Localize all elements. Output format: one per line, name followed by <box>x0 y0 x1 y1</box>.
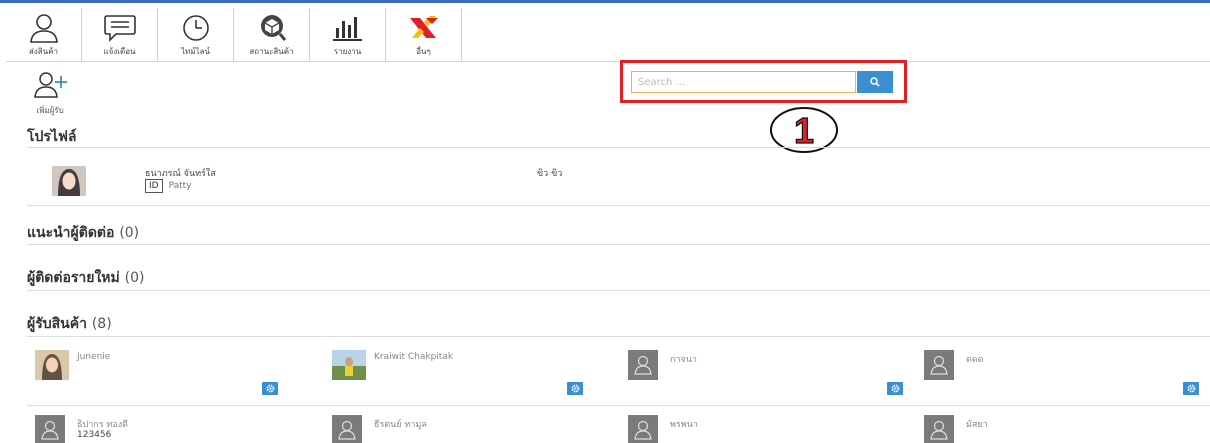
recipient-settings-button[interactable] <box>1183 382 1199 395</box>
nav-label: ส่งสินค้า <box>29 47 58 56</box>
default-avatar <box>35 415 65 443</box>
section-count: (0) <box>124 270 145 286</box>
box-icon <box>260 15 286 41</box>
add-user-icon <box>34 72 67 98</box>
divider <box>27 290 1210 291</box>
top-border <box>0 0 1210 3</box>
user-icon <box>29 14 58 43</box>
nav-label: อื่นๆ <box>416 47 431 56</box>
gear-icon <box>571 384 579 393</box>
divider <box>27 205 1210 206</box>
nav-label: สถานะสินค้า <box>249 47 294 56</box>
recipient-name: พรพนา <box>670 420 698 430</box>
user-icon <box>634 355 652 375</box>
section-count: (0) <box>119 225 140 241</box>
top-navbar: ส่งสินค้า แจ้งเตือน ไทม์ไลน์ สถานะสินค้า… <box>6 8 1210 62</box>
search-button[interactable] <box>857 71 893 93</box>
nav-item-report[interactable]: รายงาน <box>310 8 386 62</box>
divider <box>27 405 1210 406</box>
recipient-settings-button[interactable] <box>887 382 903 395</box>
nav-item-notifications[interactable]: แจ้งเตือน <box>82 8 158 62</box>
search-icon <box>870 77 880 87</box>
recipient-card[interactable]: ธีรตนย์ ทามูล <box>332 415 622 443</box>
nav-item-status[interactable]: สถานะสินค้า <box>234 8 310 62</box>
new-contacts-title[interactable]: ผู้ติดต่อรายใหม่ (0) <box>27 267 144 289</box>
default-avatar <box>628 415 658 443</box>
recipient-card[interactable]: Junenie <box>35 350 325 396</box>
section-label: แนะนำผู้ติดต่อ <box>27 225 115 241</box>
gear-icon <box>891 384 899 393</box>
user-icon <box>41 420 59 440</box>
recipients-title: ผู้รับสินค้า (8) <box>27 313 112 335</box>
recipient-card[interactable]: กาจนา <box>628 350 918 396</box>
search-input[interactable] <box>631 71 856 93</box>
user-icon <box>930 420 948 440</box>
recipient-settings-button[interactable] <box>262 382 278 395</box>
divider <box>27 244 1210 245</box>
recipient-name: ธิปากร ทองดี <box>77 420 128 430</box>
recipient-name: ธีรตนย์ ทามูล <box>374 420 427 430</box>
profile-nickname: ขิว ขิว <box>537 169 563 179</box>
recipient-name: ดดด <box>966 355 984 365</box>
default-avatar <box>628 350 658 380</box>
divider <box>27 336 1210 337</box>
recipient-card[interactable]: ดดด <box>924 350 1210 396</box>
section-label: ผู้ติดต่อรายใหม่ <box>27 270 120 286</box>
section-count: (8) <box>91 316 112 332</box>
default-avatar <box>924 350 954 380</box>
profile-title: โปรไฟล์ <box>27 129 77 145</box>
gear-icon <box>266 384 274 393</box>
message-icon <box>103 15 136 42</box>
recipient-photo <box>332 350 366 380</box>
user-icon <box>338 420 356 440</box>
section-label: ผู้รับสินค้า <box>27 316 87 332</box>
bar-chart-icon <box>332 17 362 41</box>
default-avatar <box>924 415 954 443</box>
callout-number: 1 <box>794 110 814 151</box>
recipient-photo <box>35 350 69 380</box>
profile-name: ธนาภรณ์ จันทร์ใส <box>145 169 216 179</box>
nav-item-send[interactable]: ส่งสินค้า <box>6 8 82 62</box>
profile-id-row: ID Patty <box>145 179 192 193</box>
recipient-name: มัสยา <box>966 420 988 430</box>
suggested-contacts-title[interactable]: แนะนำผู้ติดต่อ (0) <box>27 222 139 244</box>
divider <box>27 147 1210 148</box>
recipient-phone: 123456 <box>77 430 112 440</box>
nav-item-more[interactable]: อื่นๆ <box>386 8 462 62</box>
recipient-name: กาจนา <box>670 355 697 365</box>
gear-icon <box>1187 384 1195 393</box>
recipient-name: Junenie <box>77 352 111 362</box>
nav-label: แจ้งเตือน <box>103 47 136 56</box>
nav-label: ไทม์ไลน์ <box>181 47 210 56</box>
add-recipient-button[interactable]: เพิ่มผู้รับ <box>30 70 70 120</box>
logo-icon <box>409 16 438 38</box>
add-recipient-label: เพิ่มผู้รับ <box>36 106 64 115</box>
recipient-card[interactable]: ธิปากร ทองดี 123456 <box>35 415 325 443</box>
id-value: Patty <box>168 181 192 191</box>
profile-photo <box>52 166 86 196</box>
recipient-settings-button[interactable] <box>567 382 583 395</box>
nav-item-timeline[interactable]: ไทม์ไลน์ <box>158 8 234 62</box>
clock-icon <box>182 15 209 41</box>
id-badge: ID <box>145 179 163 193</box>
recipient-name: Kraiwit Chakpitak <box>374 352 454 362</box>
nav-label: รายงาน <box>333 47 362 56</box>
user-icon <box>634 420 652 440</box>
recipient-card[interactable]: พรพนา <box>628 415 918 443</box>
default-avatar <box>332 415 362 443</box>
user-icon <box>930 355 948 375</box>
recipient-card[interactable]: มัสยา <box>924 415 1210 443</box>
